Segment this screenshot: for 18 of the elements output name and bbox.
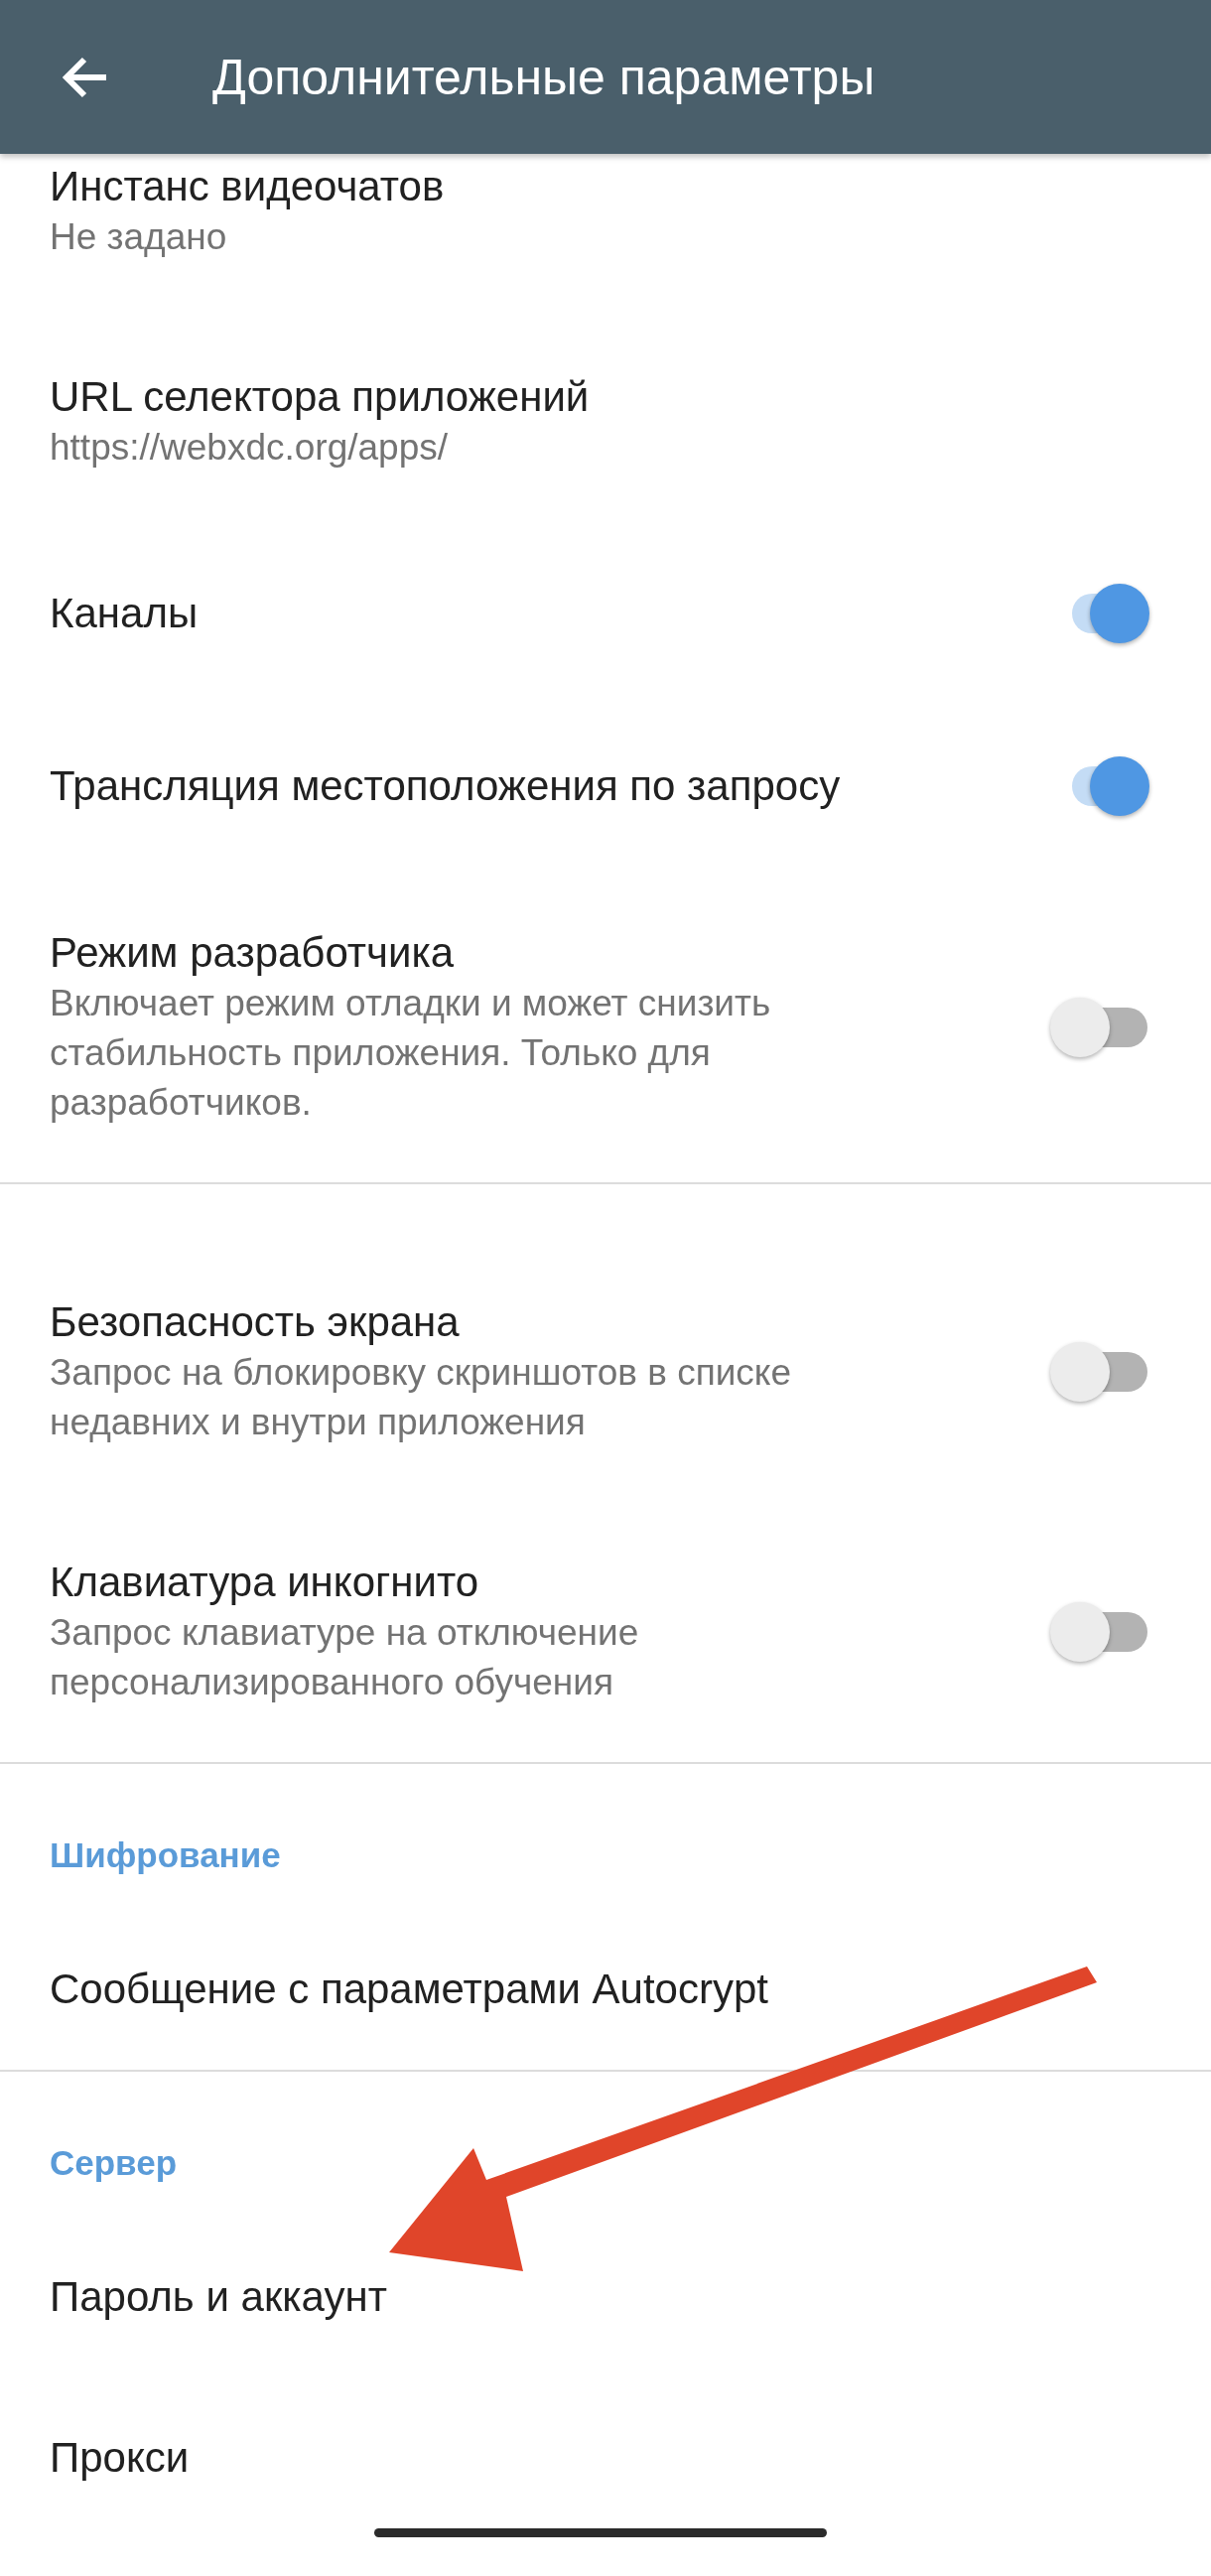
setting-title: Безопасность экрана <box>50 1297 461 1347</box>
setting-summary: Запрос на блокировку скриншотов в списке недавних и внутри приложения <box>50 1351 793 1444</box>
screen-title: Дополнительные параметры <box>212 48 875 106</box>
section-header: Шифрование <box>50 1834 281 1876</box>
setting-summary: https://webxdc.org/apps/ <box>50 426 450 470</box>
setting-title: Прокси <box>50 2433 191 2483</box>
setting-summary: Не задано <box>50 215 228 259</box>
setting-title: URL селектора приложений <box>50 372 591 422</box>
setting-title: Пароль и аккаунт <box>50 2272 388 2322</box>
setting-title: Каналы <box>50 589 200 638</box>
setting-title: Клавиатура инкогнито <box>50 1558 480 1607</box>
setting-summary: Включает режим отладки и может снизить стабильность приложения. Только для разработчиков. <box>50 982 772 1125</box>
setting-title: Инстанс видеочатов <box>50 162 446 211</box>
setting-title: Режим разработчика <box>50 928 456 978</box>
setting-title: Сообщение с параметрами Autocrypt <box>50 1965 769 2014</box>
setting-summary: Запрос клавиатуре на отключение персонализированного обучения <box>50 1611 640 1704</box>
section-header: Сервер <box>50 2142 178 2184</box>
setting-title: Трансляция местоположения по запросу <box>50 761 842 811</box>
